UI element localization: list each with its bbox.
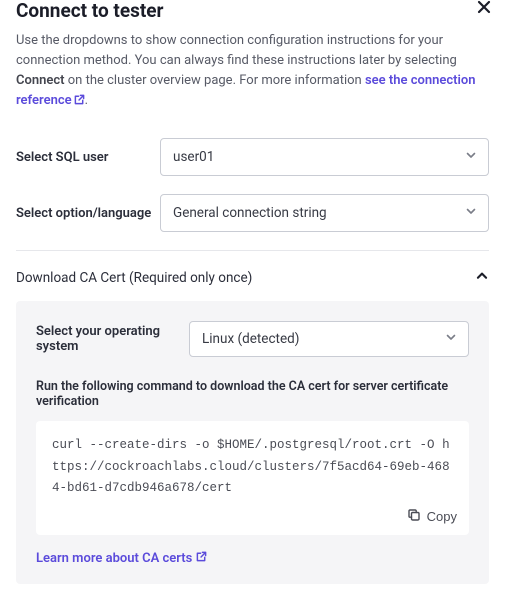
os-value: Linux (detected) [202, 331, 299, 347]
copy-icon [407, 508, 421, 525]
close-button[interactable] [477, 0, 491, 14]
sql-user-label: Select SQL user [16, 150, 160, 165]
ca-cert-panel: Select your operating system Linux (dete… [16, 301, 489, 584]
os-label: Select your operating system [36, 324, 189, 354]
page-title: Connect to tester [16, 0, 164, 23]
run-command-label: Run the following command to download th… [36, 379, 469, 409]
external-link-icon [74, 92, 85, 112]
option-language-label: Select option/language [16, 206, 160, 221]
copy-button[interactable]: Copy [407, 508, 457, 525]
learn-more-ca-certs-link[interactable]: Learn more about CA certs [36, 551, 207, 566]
ca-cert-accordion-header[interactable]: Download CA Cert (Required only once) [16, 251, 489, 301]
command-text: curl --create-dirs -o $HOME/.postgresql/… [52, 435, 453, 499]
chevron-up-icon [475, 269, 489, 287]
close-icon [477, 0, 491, 14]
external-link-icon [196, 551, 207, 566]
sql-user-select[interactable]: user01 [160, 138, 489, 176]
option-language-select[interactable]: General connection string [160, 194, 489, 232]
sql-user-value: user01 [173, 149, 214, 165]
os-select[interactable]: Linux (detected) [189, 321, 469, 357]
description-text: Use the dropdowns to show connection con… [16, 31, 489, 113]
option-language-value: General connection string [173, 205, 327, 221]
ca-cert-accordion-title: Download CA Cert (Required only once) [16, 270, 252, 286]
copy-label: Copy [427, 509, 457, 524]
code-block: curl --create-dirs -o $HOME/.postgresql/… [36, 421, 469, 535]
